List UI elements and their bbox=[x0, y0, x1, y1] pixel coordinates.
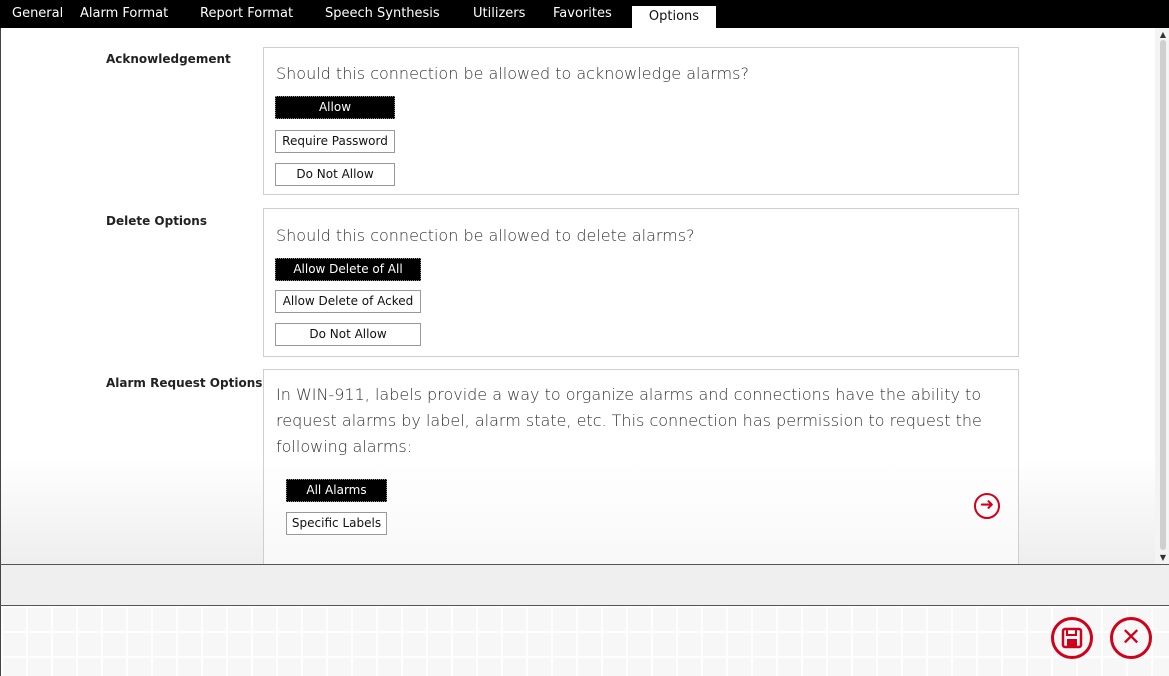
delete-options-question: Should this connection be allowed to del… bbox=[276, 226, 695, 245]
alarm-request-options-label: Alarm Request Options bbox=[106, 376, 263, 390]
acknowledgement-label: Acknowledgement bbox=[106, 52, 231, 66]
ack-do-not-allow-button[interactable]: Do Not Allow bbox=[275, 163, 395, 186]
alarm-request-options-panel: In WIN-911, labels provide a way to orga… bbox=[263, 369, 1019, 564]
footer bbox=[0, 606, 1169, 676]
ack-require-password-button[interactable]: Require Password bbox=[275, 130, 395, 153]
delete-options-label: Delete Options bbox=[106, 214, 207, 228]
tab-favorites[interactable]: Favorites bbox=[553, 0, 632, 28]
delete-options-panel: Should this connection be allowed to del… bbox=[263, 208, 1019, 357]
tab-alarm-format[interactable]: Alarm Format bbox=[80, 0, 200, 28]
acknowledgement-question: Should this connection be allowed to ack… bbox=[276, 64, 749, 83]
vertical-scrollbar[interactable]: ▲ ▼ bbox=[1155, 28, 1169, 564]
close-icon[interactable]: ✕ bbox=[1110, 617, 1152, 659]
tab-options[interactable]: Options bbox=[632, 6, 716, 28]
delete-allow-acked-button[interactable]: Allow Delete of Acked bbox=[275, 290, 421, 313]
tab-general[interactable]: General bbox=[12, 0, 80, 28]
ack-allow-button[interactable]: Allow bbox=[275, 96, 395, 119]
specific-labels-button[interactable]: Specific Labels bbox=[286, 512, 387, 535]
scroll-down-icon[interactable]: ▼ bbox=[1160, 553, 1166, 562]
options-content[interactable]: Acknowledgement Should this connection b… bbox=[0, 28, 1169, 564]
tab-report-format[interactable]: Report Format bbox=[200, 0, 325, 28]
tab-speech-synthesis[interactable]: Speech Synthesis bbox=[325, 0, 473, 28]
status-band bbox=[0, 565, 1169, 605]
save-icon[interactable] bbox=[1051, 617, 1093, 659]
scroll-up-icon[interactable]: ▲ bbox=[1160, 30, 1166, 39]
floppy-disk-icon bbox=[1061, 627, 1083, 649]
arrow-right-circle-icon[interactable]: ➜ bbox=[974, 493, 1000, 519]
scrollbar-thumb[interactable] bbox=[1160, 40, 1166, 550]
delete-allow-all-button[interactable]: Allow Delete of All bbox=[275, 258, 421, 281]
alarm-request-question: In WIN-911, labels provide a way to orga… bbox=[276, 385, 982, 456]
delete-do-not-allow-button[interactable]: Do Not Allow bbox=[275, 323, 421, 346]
all-alarms-button[interactable]: All Alarms bbox=[286, 479, 387, 502]
acknowledgement-panel: Should this connection be allowed to ack… bbox=[263, 47, 1019, 195]
tab-bar: General Alarm Format Report Format Speec… bbox=[0, 0, 1169, 28]
tab-utilizers[interactable]: Utilizers bbox=[473, 0, 553, 28]
